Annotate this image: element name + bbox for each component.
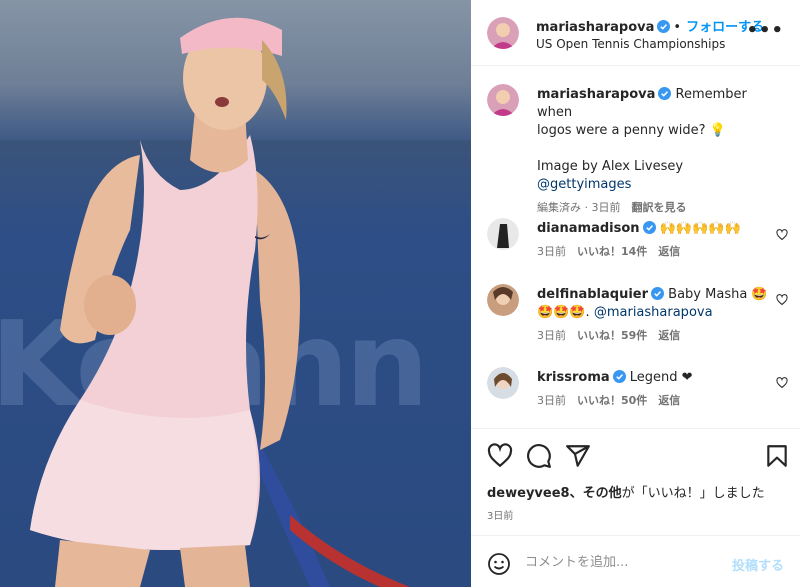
- share-send-icon[interactable]: [565, 443, 591, 469]
- caption-credit-mention[interactable]: @gettyimages: [537, 176, 769, 194]
- like-comment-heart-icon[interactable]: [776, 377, 788, 389]
- comment-text: Legend ❤: [629, 370, 693, 385]
- comment-text: 🙌🙌🙌🙌🙌: [659, 221, 741, 236]
- comment-body: dianamadison 🙌🙌🙌🙌🙌 3日前 いいね！14件 返信: [537, 220, 769, 261]
- caption-author-avatar[interactable]: [487, 84, 519, 116]
- post-comment-button[interactable]: 投稿する: [732, 555, 784, 574]
- verified-badge-icon: [612, 370, 626, 383]
- instagram-post-window: Ko ann mariasharapova • フォローする US Open T…: [0, 0, 800, 587]
- comment-time: 3日前: [537, 329, 566, 342]
- header-line: mariasharapova • フォローする: [536, 16, 764, 35]
- author-avatar[interactable]: [487, 17, 519, 49]
- comment-meta: 3日前 いいね！14件 返信: [537, 243, 769, 261]
- verified-badge-icon: [651, 287, 665, 300]
- verified-badge-icon: [657, 20, 671, 33]
- caption-body: mariasharapova Remember when logos were …: [537, 86, 769, 217]
- liked-by-user[interactable]: deweyvee8: [487, 486, 570, 501]
- reply-button[interactable]: 返信: [658, 329, 680, 342]
- author-username[interactable]: mariasharapova: [536, 20, 654, 35]
- caption-meta: 編集済み · 3日前 翻訳を見る: [537, 199, 769, 217]
- liked-by-suffix: が「いいね！」しました: [621, 486, 765, 501]
- player-illustration: [30, 17, 410, 587]
- comment-time: 3日前: [537, 394, 566, 407]
- caption-username[interactable]: mariasharapova: [537, 87, 655, 102]
- emoji-smiley-icon[interactable]: [487, 552, 511, 576]
- verified-badge-icon: [658, 87, 672, 100]
- add-comment-bar: 投稿する: [471, 535, 800, 587]
- liked-by-summary: deweyvee8、その他が「いいね！」しました: [487, 482, 765, 501]
- comment-meta: 3日前 いいね！50件 返信: [537, 392, 769, 410]
- caption-text-2: logos were a penny wide? 💡: [537, 123, 726, 138]
- comment-username[interactable]: krissroma: [537, 370, 610, 385]
- comment-input[interactable]: [525, 548, 725, 576]
- comment-meta: 3日前 いいね！59件 返信: [537, 327, 769, 345]
- liked-by-others[interactable]: 、その他: [570, 486, 622, 501]
- post-header: mariasharapova • フォローする US Open Tennis Cha…: [471, 0, 800, 66]
- post-action-bar: [471, 428, 800, 482]
- comment-body: krissroma Legend ❤ 3日前 いいね！50件 返信: [537, 369, 769, 410]
- comment-body: delfinablaquier Baby Masha 🤩 🤩🤩🤩. @maria…: [537, 286, 769, 345]
- caption-credit-1: Image by Alex Livesey: [537, 159, 684, 174]
- post-image[interactable]: Ko ann: [0, 0, 471, 587]
- comment-likes-count[interactable]: いいね！14件: [577, 245, 647, 258]
- reply-button[interactable]: 返信: [658, 394, 680, 407]
- comment-likes-count[interactable]: いいね！59件: [577, 329, 647, 342]
- comment-time: 3日前: [537, 245, 566, 258]
- comment-username[interactable]: delfinablaquier: [537, 287, 648, 302]
- commenter-avatar[interactable]: [487, 218, 519, 250]
- comment-text: Baby Masha 🤩: [668, 287, 768, 302]
- comment-likes-count[interactable]: いいね！50件: [577, 394, 647, 407]
- post-sidebar: mariasharapova • フォローする US Open Tennis Cha…: [471, 0, 800, 587]
- post-date[interactable]: 3日前: [487, 507, 513, 522]
- caption-edited-time: 編集済み · 3日前: [537, 201, 621, 214]
- commenter-avatar[interactable]: [487, 284, 519, 316]
- save-bookmark-icon[interactable]: [764, 443, 790, 469]
- like-comment-heart-icon[interactable]: [776, 294, 788, 306]
- post-location[interactable]: US Open Tennis Championships: [536, 37, 725, 51]
- commenter-avatar[interactable]: [487, 367, 519, 399]
- comment-mention[interactable]: @mariasharapova: [594, 305, 713, 320]
- like-comment-heart-icon[interactable]: [776, 229, 788, 241]
- comment-text-emoji: 🤩🤩🤩.: [537, 305, 590, 320]
- comment-username[interactable]: dianamadison: [537, 221, 640, 236]
- comment-bubble-icon[interactable]: [526, 443, 552, 469]
- separator-dot: •: [673, 20, 682, 35]
- more-options-icon[interactable]: •••: [746, 22, 784, 40]
- translate-link[interactable]: 翻訳を見る: [632, 201, 687, 214]
- like-heart-icon[interactable]: [487, 443, 513, 469]
- verified-badge-icon: [642, 221, 656, 234]
- reply-button[interactable]: 返信: [658, 245, 680, 258]
